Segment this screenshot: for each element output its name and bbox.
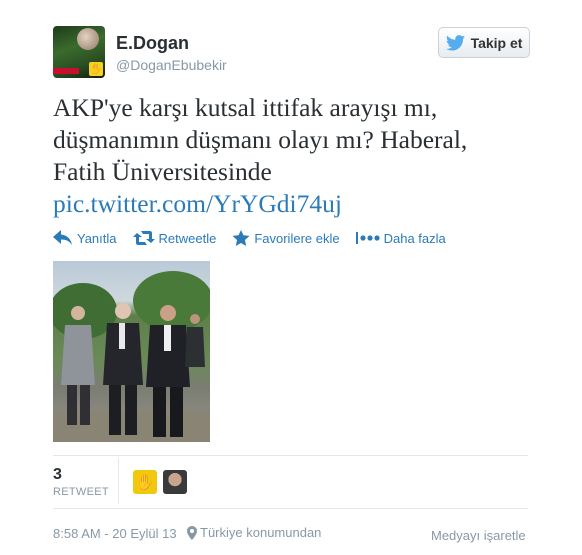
favorite-label: Favorilere ekle [254, 230, 340, 246]
retweet-icon [132, 231, 155, 245]
divider [118, 458, 119, 504]
retweet-count[interactable]: 3 [53, 466, 62, 484]
retweeter-avatar[interactable]: ✋ [133, 470, 157, 494]
follow-button-label: Takip et [470, 34, 523, 51]
follow-button[interactable]: Takip et [438, 27, 530, 58]
avatar-flag-stripe [53, 68, 79, 74]
retweet-count-label[interactable]: RETWEET [53, 486, 109, 498]
rabia-badge-icon: ✋ [89, 62, 103, 76]
tweet-text: AKP'ye karşı kutsal ittifak arayışı mı, … [53, 92, 543, 220]
reply-label: Yanıtla [77, 230, 117, 246]
rabia-hand-icon: ✋ [135, 474, 155, 491]
display-name[interactable]: E.Dogan [116, 33, 189, 54]
retweet-label: Retweetle [158, 230, 217, 246]
tweet-actions: Yanıtla Retweetle Favorilere ekle Daha f… [53, 230, 446, 246]
location-pin-icon [187, 525, 197, 540]
more-button[interactable]: Daha fazla [355, 230, 446, 246]
tweet-text-line: düşmanımın düşmanı olayı mı? Haberal, [53, 125, 468, 154]
divider [53, 508, 528, 509]
username[interactable]: @DoganEbubekir [116, 57, 227, 73]
location-label: Türkiye konumundan [200, 525, 322, 540]
user-avatar[interactable]: ✋ [53, 26, 105, 78]
tweet-media-link[interactable]: pic.twitter.com/YrYGdi74uj [53, 188, 543, 220]
reply-icon [53, 230, 72, 245]
tweet-text-line: AKP'ye karşı kutsal ittifak arayışı mı, [53, 93, 438, 122]
retweet-button[interactable]: Retweetle [132, 230, 217, 246]
star-icon [232, 230, 250, 246]
twitter-bird-icon [445, 34, 465, 51]
tweet-location[interactable]: Türkiye konumundan [187, 525, 321, 540]
tweet-text-line: Fatih Üniversitesinde [53, 157, 272, 186]
more-label: Daha fazla [383, 230, 446, 246]
avatar-face [77, 28, 99, 50]
flag-media-link[interactable]: Medyayı işaretle [431, 528, 526, 543]
more-dots-icon [355, 232, 380, 244]
divider [53, 455, 528, 456]
reply-button[interactable]: Yanıtla [53, 230, 117, 246]
tweet-timestamp[interactable]: 8:58 AM - 20 Eylül 13 [53, 526, 177, 541]
retweeter-avatar[interactable] [163, 470, 187, 494]
favorite-button[interactable]: Favorilere ekle [232, 230, 340, 246]
photo-people-illustration [53, 271, 210, 442]
tweet-photo[interactable] [53, 261, 210, 442]
